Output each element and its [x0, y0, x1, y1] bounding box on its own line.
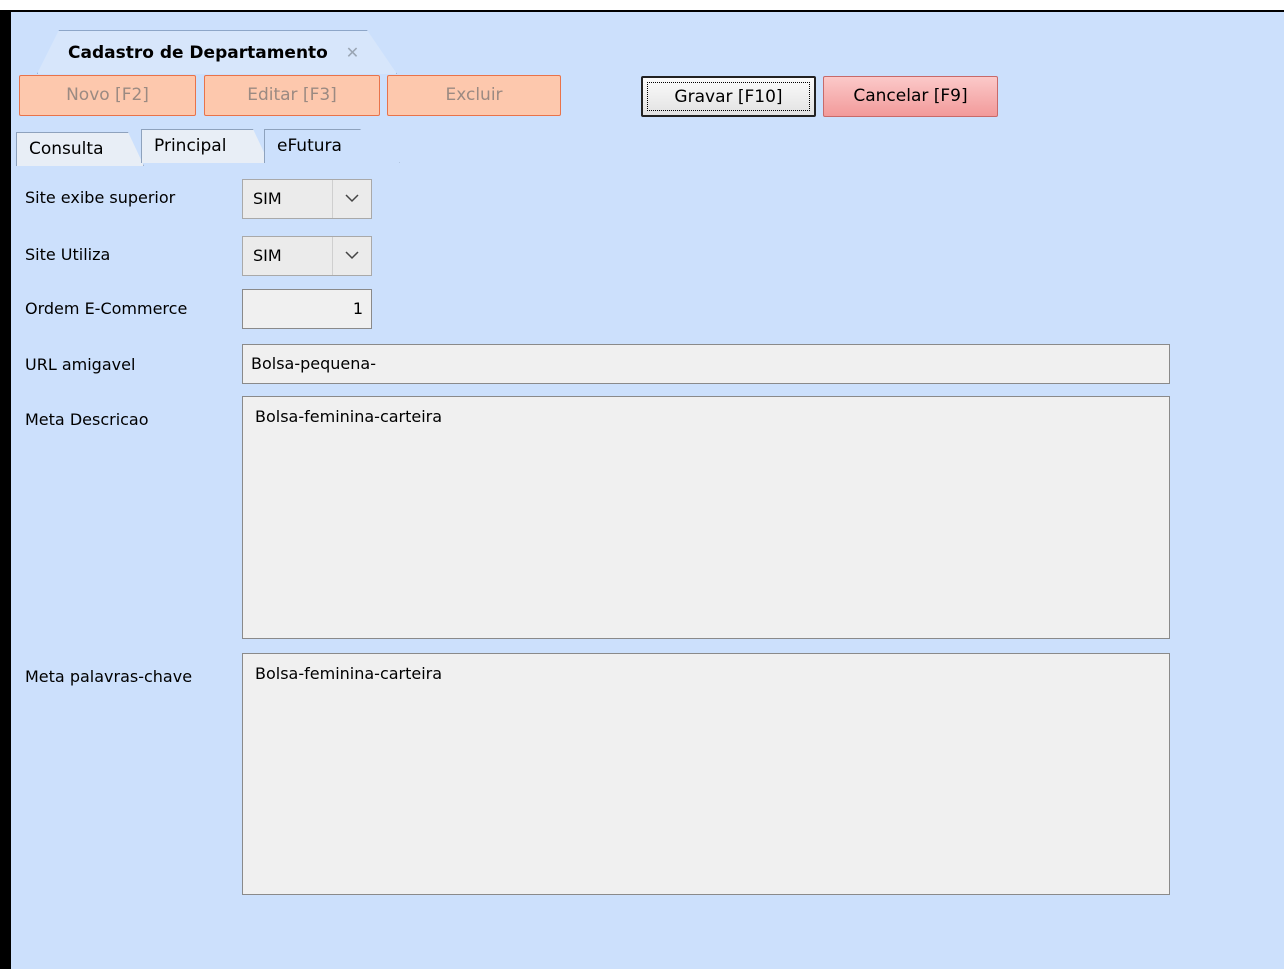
site-utiliza-select[interactable]: SIM	[242, 236, 372, 276]
site-exibe-superior-value: SIM	[253, 189, 282, 208]
meta-palavras-chave-textarea[interactable]: Bolsa-feminina-carteira	[242, 653, 1170, 895]
meta-descricao-textarea[interactable]: Bolsa-feminina-carteira	[242, 396, 1170, 639]
label-url-amigavel: URL amigavel	[25, 355, 136, 374]
label-ordem-ecommerce: Ordem E-Commerce	[25, 299, 188, 318]
tab-principal[interactable]: Principal	[141, 129, 269, 163]
label-meta-palavras-chave: Meta palavras-chave	[25, 667, 193, 686]
window-frame: Cadastro de Departamento ✕ Novo [F2] Edi…	[0, 10, 1284, 969]
gravar-label: Gravar [F10]	[674, 87, 783, 107]
document-tab-title: Cadastro de Departamento	[68, 43, 328, 63]
label-site-utiliza: Site Utiliza	[25, 245, 111, 264]
label-meta-descricao: Meta Descricao	[25, 410, 149, 429]
tab-consulta[interactable]: Consulta	[16, 132, 144, 166]
url-amigavel-input[interactable]: Bolsa-pequena-	[242, 344, 1170, 384]
tab-efutura[interactable]: eFutura	[264, 129, 400, 163]
chevron-down-icon[interactable]	[332, 237, 371, 275]
excluir-button[interactable]: Excluir	[387, 75, 561, 116]
site-utiliza-value: SIM	[253, 246, 282, 265]
ordem-ecommerce-input[interactable]: 1	[242, 289, 372, 329]
chevron-down-icon[interactable]	[332, 180, 371, 218]
novo-button[interactable]: Novo [F2]	[19, 75, 196, 116]
document-tab[interactable]: Cadastro de Departamento ✕	[37, 30, 397, 74]
editar-button[interactable]: Editar [F3]	[204, 75, 380, 116]
site-exibe-superior-select[interactable]: SIM	[242, 179, 372, 219]
cancelar-button[interactable]: Cancelar [F9]	[823, 76, 998, 117]
label-site-exibe-superior: Site exibe superior	[25, 188, 176, 207]
gravar-button[interactable]: Gravar [F10]	[641, 76, 816, 117]
close-icon[interactable]: ✕	[346, 31, 359, 74]
